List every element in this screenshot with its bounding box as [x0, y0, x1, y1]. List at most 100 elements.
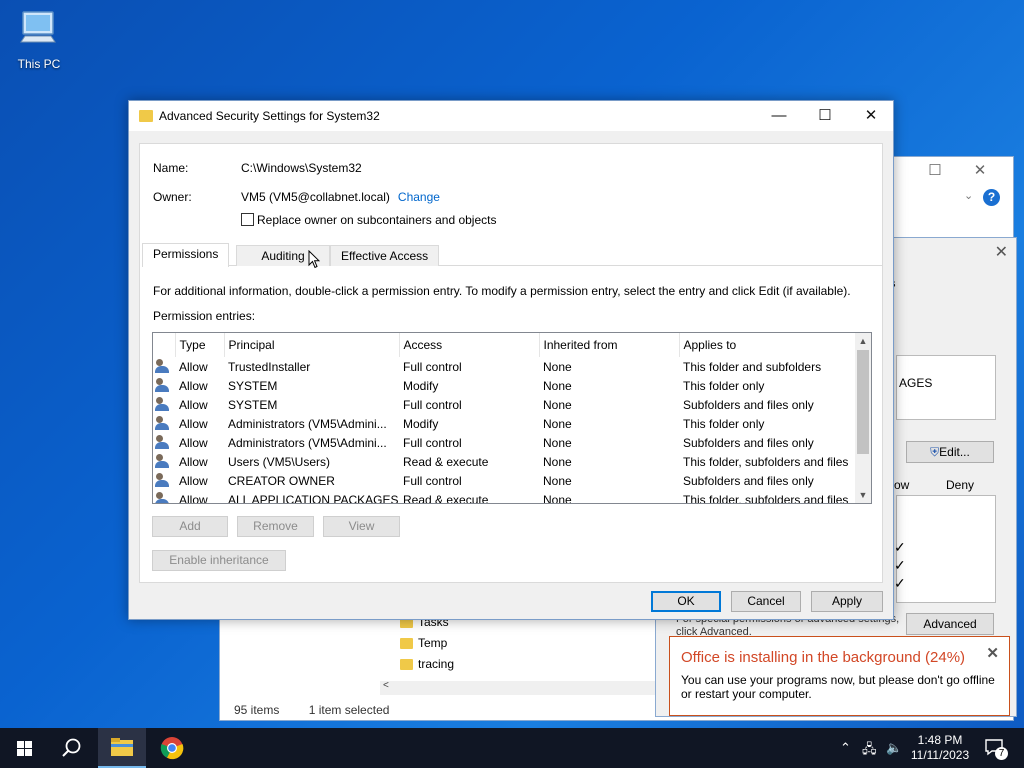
ok-button[interactable]: OK — [651, 591, 721, 612]
dialog-title: Advanced Security Settings for System32 — [159, 109, 380, 123]
replace-owner-checkbox[interactable]: Replace owner on subcontainers and objec… — [241, 213, 496, 227]
scroll-thumb[interactable] — [857, 350, 869, 454]
apply-button[interactable]: Apply — [811, 591, 883, 612]
access-cell: Full control — [403, 473, 462, 488]
search-icon — [62, 738, 81, 757]
group-list-item[interactable]: AGES — [899, 376, 932, 390]
taskbar-clock[interactable]: 1:48 PM 11/11/2023 — [910, 733, 970, 763]
principal-icon-cell — [153, 433, 175, 452]
principal-icon-cell — [153, 357, 175, 376]
principal-cell: Administrators (VM5\Admini... — [228, 416, 387, 431]
table-row[interactable]: Allow Administrators (VM5\Admini... Modify… — [153, 414, 856, 433]
permission-rows: Allow TrustedInstaller Full control None Thi… — [153, 357, 856, 504]
table-row[interactable]: Allow Users (VM5\Users) Read & execute None… — [153, 452, 856, 471]
list-item[interactable]: Temp — [400, 633, 454, 654]
clock-date: 11/11/2023 — [910, 748, 970, 762]
folder-icon — [111, 738, 133, 756]
close-icon[interactable]: ✕ — [995, 242, 1008, 262]
checkbox-box[interactable] — [241, 213, 254, 226]
column-header-type[interactable]: Type — [175, 333, 225, 357]
table-row[interactable]: Allow CREATOR OWNER Full control None Subfol… — [153, 471, 856, 490]
dialog-titlebar: Advanced Security Settings for System32 … — [129, 101, 893, 131]
tab-permissions[interactable]: Permissions — [142, 243, 230, 267]
principal-cell: ALL APPLICATION PACKAGES — [228, 492, 399, 504]
view-button[interactable]: View — [323, 516, 400, 537]
edit-button[interactable]: ⛨Edit... — [906, 441, 994, 463]
help-icon[interactable]: ? — [983, 189, 1000, 206]
vertical-scrollbar[interactable]: ▲ ▼ — [855, 333, 871, 503]
check-marks: ✓ ✓ ✓ — [894, 539, 906, 591]
type-cell: Allow — [179, 435, 208, 450]
taskbar: ⌃ 🖧 🔈 1:48 PM 11/11/2023 7 — [0, 728, 1024, 768]
column-header-applies-to[interactable]: Applies to — [679, 333, 856, 357]
scroll-down-icon[interactable]: ▼ — [855, 487, 871, 503]
principal-icon-cell — [153, 452, 175, 471]
user-group-icon — [155, 359, 171, 373]
access-cell: Full control — [403, 359, 462, 374]
type-cell: Allow — [179, 359, 208, 374]
table-row[interactable]: Allow TrustedInstaller Full control None Thi… — [153, 357, 856, 376]
chevron-down-icon[interactable]: ⌄ — [964, 189, 973, 202]
owner-value: VM5 (VM5@collabnet.local) — [241, 190, 390, 204]
column-header-access[interactable]: Access — [399, 333, 540, 357]
inherited-cell: None — [543, 378, 572, 393]
close-icon[interactable]: ✕ — [970, 161, 990, 181]
tab-effective-access[interactable]: Effective Access — [330, 245, 440, 266]
group-list[interactable]: AGES — [896, 355, 996, 420]
enable-inheritance-button[interactable]: Enable inheritance — [152, 550, 286, 571]
network-icon[interactable]: 🖧 — [862, 740, 877, 762]
maximize-icon[interactable]: ☐ — [802, 101, 848, 131]
mouse-cursor-icon — [308, 250, 320, 269]
table-row[interactable]: Allow ALL APPLICATION PACKAGES Read & exec… — [153, 490, 856, 504]
access-cell: Full control — [403, 435, 462, 450]
notification-icon[interactable]: 7 — [984, 738, 1008, 760]
column-header-inherited[interactable]: Inherited from — [539, 333, 680, 357]
clock-time: 1:48 PM — [917, 733, 963, 747]
applies-to-cell: This folder, subfolders and files — [683, 492, 849, 504]
horizontal-scrollbar[interactable]: < — [380, 680, 660, 695]
minimize-icon[interactable]: — — [756, 101, 802, 131]
close-icon[interactable]: ✕ — [848, 101, 894, 131]
this-pc-desktop-icon[interactable]: This PC — [12, 8, 66, 71]
file-explorer-taskbar-button[interactable] — [98, 728, 146, 768]
office-install-toast[interactable]: Office is installing in the background (… — [669, 636, 1010, 716]
status-bar: 95 items 1 item selected — [234, 703, 415, 717]
column-header-icon[interactable] — [153, 333, 176, 357]
maximize-icon[interactable]: ☐ — [925, 161, 945, 181]
owner-field: VM5 (VM5@collabnet.local) Change — [241, 190, 440, 204]
principal-icon-cell — [153, 490, 175, 503]
folder-icon — [139, 110, 153, 122]
inherited-cell: None — [543, 435, 572, 450]
scroll-up-icon[interactable]: ▲ — [855, 333, 871, 349]
volume-muted-icon[interactable]: 🔈 — [886, 740, 902, 756]
table-row[interactable]: Allow SYSTEM Full control None Subfolders an… — [153, 395, 856, 414]
add-button[interactable]: Add — [152, 516, 228, 537]
file-list: Tasks Temp tracing — [400, 612, 454, 675]
chevron-up-icon[interactable]: ⌃ — [840, 740, 851, 756]
cancel-button[interactable]: Cancel — [731, 591, 801, 612]
scroll-left-icon[interactable]: < — [383, 680, 389, 691]
info-text: For additional information, double-click… — [153, 284, 851, 298]
chrome-taskbar-button[interactable] — [148, 728, 196, 768]
start-button[interactable] — [0, 728, 48, 768]
table-row[interactable]: Allow SYSTEM Modify None This folder only — [153, 376, 856, 395]
change-owner-link[interactable]: Change — [398, 190, 440, 204]
search-button[interactable] — [48, 728, 96, 768]
principal-cell: Users (VM5\Users) — [228, 454, 331, 469]
inherited-cell: None — [543, 454, 572, 469]
computer-icon — [20, 11, 56, 43]
principal-icon-cell — [153, 395, 175, 414]
list-item[interactable]: tracing — [400, 654, 454, 675]
notification-count-badge: 7 — [995, 747, 1008, 760]
advanced-button[interactable]: Advanced — [906, 613, 994, 635]
windows-icon — [16, 740, 32, 756]
user-group-icon — [155, 416, 171, 430]
user-group-icon — [155, 378, 171, 392]
table-row[interactable]: Allow Administrators (VM5\Admini... Full c… — [153, 433, 856, 452]
close-icon[interactable]: ✕ — [986, 644, 999, 662]
user-group-icon — [155, 435, 171, 449]
name-label: Name: — [153, 161, 189, 175]
inherited-cell: None — [543, 359, 572, 374]
remove-button[interactable]: Remove — [237, 516, 314, 537]
column-header-principal[interactable]: Principal — [224, 333, 400, 357]
